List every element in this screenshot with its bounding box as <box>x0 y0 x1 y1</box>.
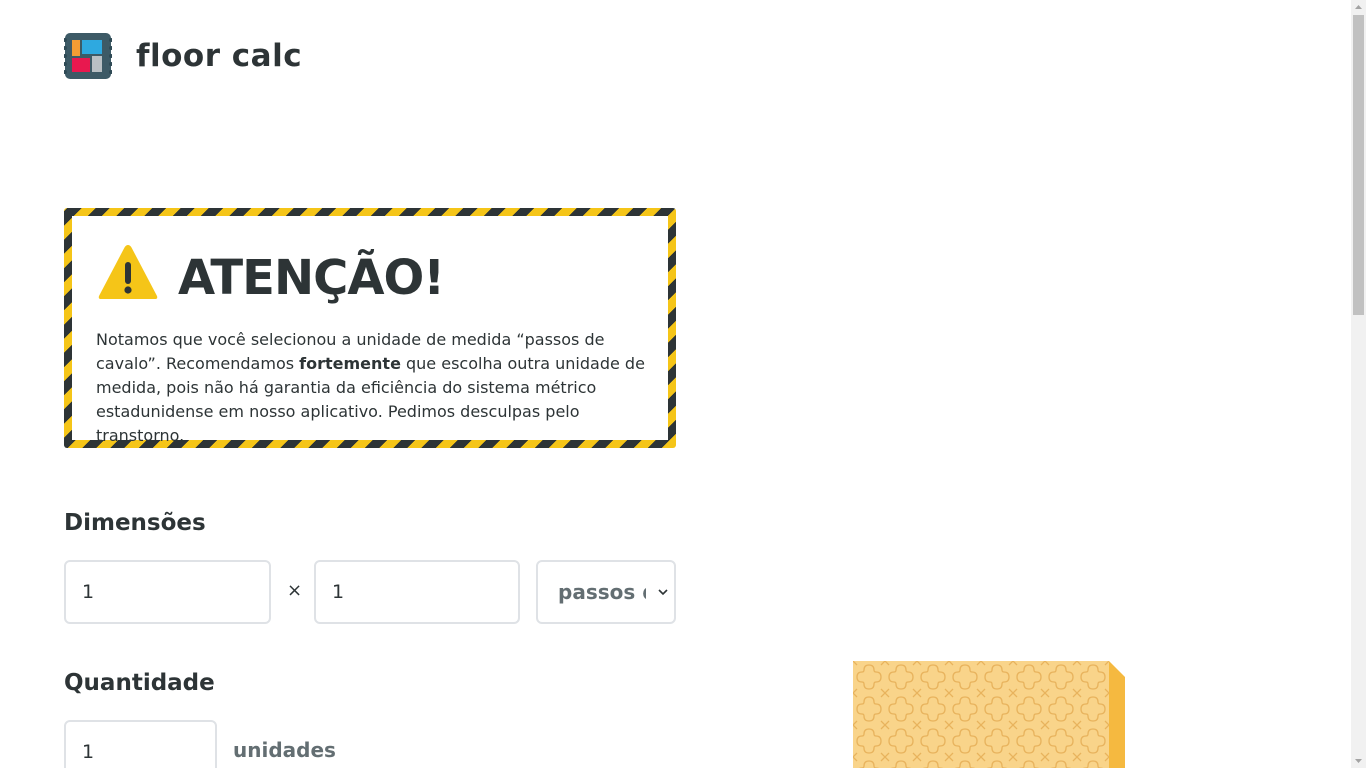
chevron-down-icon <box>658 589 668 596</box>
warning-text-emphasis: fortemente <box>299 354 401 373</box>
warning-triangle-icon <box>98 245 158 299</box>
brand-name[interactable]: floor calc <box>136 36 302 76</box>
height-input[interactable] <box>314 560 520 624</box>
times-separator: × <box>287 580 303 601</box>
tile-preview-icon <box>853 661 1125 768</box>
scroll-down-icon[interactable] <box>1351 753 1366 768</box>
quantity-title: Quantidade <box>64 670 215 696</box>
warning-message: Notamos que você selecionou a unidade de… <box>96 328 656 448</box>
unit-select[interactable]: passos de cavalo <box>536 560 676 624</box>
scrollbar-thumb[interactable] <box>1353 15 1364 315</box>
unit-select-value: passos de cavalo <box>558 580 646 604</box>
quantity-input[interactable] <box>64 720 217 768</box>
width-input[interactable] <box>64 560 271 624</box>
scroll-up-icon[interactable] <box>1351 0 1366 15</box>
dimensions-title: Dimensões <box>64 510 206 536</box>
warning-content: ATENÇÃO! Notamos que você selecionou a u… <box>72 216 668 445</box>
vertical-scrollbar[interactable] <box>1351 0 1366 768</box>
tile-logo-icon[interactable] <box>64 32 112 80</box>
warning-title: ATENÇÃO! <box>178 250 445 306</box>
quantity-unit-label: unidades <box>233 738 336 762</box>
page: floor calc ATENÇÃO! Notamos que você sel… <box>0 0 1351 768</box>
warning-box: ATENÇÃO! Notamos que você selecionou a u… <box>64 208 676 448</box>
